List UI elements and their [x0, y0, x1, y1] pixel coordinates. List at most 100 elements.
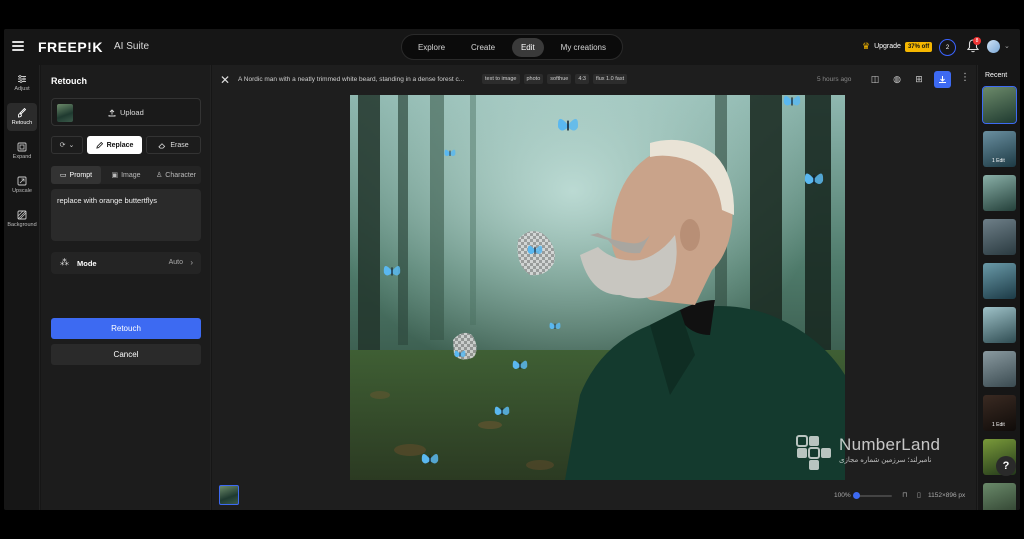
recent-thumbnail[interactable]: 1 Edit: [983, 395, 1016, 431]
rail-adjust[interactable]: Adjust: [7, 69, 37, 97]
recent-sidebar: Recent 1 Edit 1 Edit: [977, 65, 1020, 510]
butterfly-shape: [383, 266, 401, 276]
rail-label: Upscale: [12, 188, 32, 194]
tool-rail: Adjust Retouch Expand Upscale Background: [4, 65, 40, 510]
edit-count-label: 1 Edit: [992, 422, 1005, 428]
rail-label: Adjust: [14, 86, 30, 92]
retouch-button[interactable]: Retouch: [51, 318, 201, 339]
tag-chip: text to image: [482, 74, 520, 84]
logo[interactable]: FREEP!K: [38, 39, 103, 55]
rail-upscale[interactable]: Upscale: [7, 171, 37, 199]
more-options-icon[interactable]: ⋮: [960, 72, 970, 83]
rail-background[interactable]: Background: [7, 205, 37, 233]
crown-icon: ♛: [862, 41, 871, 51]
avatar[interactable]: [987, 40, 1000, 53]
recent-thumbnail[interactable]: [983, 263, 1016, 299]
zoom-level: 100%: [834, 492, 851, 499]
recent-thumbnail[interactable]: [982, 86, 1017, 124]
butterfly-shape: [527, 245, 543, 254]
nav-create[interactable]: Create: [462, 38, 504, 57]
app-window: FREEP!K AI Suite Explore Create Edit My …: [4, 29, 1020, 510]
zoom-slider[interactable]: [856, 495, 892, 497]
retouch-panel: Retouch Upload ⟳ ⌄ Replace Erase ▭ Promp…: [41, 65, 211, 510]
prompt-input[interactable]: [51, 189, 201, 241]
folder-icon[interactable]: ⊞: [912, 72, 926, 86]
tag-chip: flux 1.0 fast: [592, 74, 628, 84]
recent-title: Recent: [985, 72, 1008, 79]
nav-edit[interactable]: Edit: [511, 37, 544, 57]
magic-wand-icon: ⁂: [60, 257, 69, 267]
chevron-down-icon: ⌄: [68, 142, 75, 149]
file-icon: ▯: [917, 492, 921, 499]
input-tabs: ▭ Prompt ▣ Image ♙ Character: [51, 166, 201, 184]
brush-icon: [17, 108, 27, 118]
pencil-icon: [95, 141, 103, 149]
prompt-icon: ▭: [59, 172, 67, 179]
nav-explore[interactable]: Explore: [409, 38, 454, 57]
retouch-tool-row: ⟳ ⌄ Replace Erase: [51, 136, 201, 154]
notification-badge: 8: [973, 37, 981, 45]
erase-button[interactable]: Erase: [146, 136, 201, 154]
replace-button[interactable]: Replace: [87, 136, 142, 154]
rail-label: Background: [7, 222, 37, 228]
butterfly-shape: [804, 173, 824, 184]
eraser-icon: [158, 142, 166, 149]
cancel-button[interactable]: Cancel: [51, 344, 201, 365]
tab-prompt[interactable]: ▭ Prompt: [51, 166, 101, 184]
download-icon: [939, 76, 946, 83]
edited-image[interactable]: [350, 95, 845, 480]
tab-label: Character: [165, 171, 196, 179]
butterfly-shape: [783, 96, 801, 106]
background-icon: [17, 210, 27, 220]
rail-expand[interactable]: Expand: [7, 137, 37, 165]
chevron-right-icon: ›: [190, 258, 193, 267]
butterfly-shape: [549, 322, 561, 329]
upgrade-button[interactable]: ♛ Upgrade 37% off: [862, 41, 933, 52]
recent-thumbnail[interactable]: [983, 175, 1016, 211]
menu-icon[interactable]: [12, 41, 24, 51]
upscale-icon: [17, 176, 27, 186]
upload-label-group: Upload: [108, 108, 144, 117]
mode-selector[interactable]: ⁂ Mode Auto ›: [51, 252, 201, 274]
rail-label: Expand: [12, 154, 32, 160]
recent-thumbnail[interactable]: [983, 351, 1016, 387]
lock-icon[interactable]: ⊓: [902, 491, 907, 499]
close-icon[interactable]: ✕: [220, 73, 230, 87]
reference-thumbnail: [57, 104, 73, 122]
recent-thumbnail[interactable]: [983, 483, 1016, 510]
nav-my-creations[interactable]: My creations: [552, 38, 615, 57]
zoom-slider-handle[interactable]: [853, 492, 860, 499]
discount-badge: 37% off: [904, 41, 933, 52]
recent-thumbnail[interactable]: 1 Edit: [983, 131, 1016, 167]
tab-character[interactable]: ♙ Character: [151, 166, 201, 184]
credits-badge[interactable]: 2: [939, 39, 956, 56]
chevron-down-icon[interactable]: ⌄: [1004, 42, 1010, 50]
brush-size-select[interactable]: ⟳ ⌄: [51, 136, 83, 154]
compare-icon[interactable]: ◫: [868, 72, 882, 86]
canvas-area: ✕ A Nordic man with a neatly trimmed whi…: [212, 65, 976, 510]
butterfly-shape: [421, 454, 439, 464]
panel-title: Retouch: [51, 76, 87, 86]
globe-icon[interactable]: ◍: [890, 72, 904, 86]
person-icon: ♙: [155, 172, 163, 179]
tag-chip: photo: [523, 74, 544, 84]
current-image-thumbnail[interactable]: [219, 485, 239, 505]
upload-icon: [108, 108, 116, 116]
butterfly-shape: [454, 350, 466, 357]
sliders-icon: [18, 75, 26, 83]
tag-chip: softhue: [547, 74, 572, 84]
generation-prompt: A Nordic man with a neatly trimmed white…: [238, 76, 465, 83]
recent-thumbnail[interactable]: [983, 219, 1016, 255]
download-button[interactable]: [934, 71, 951, 88]
help-button[interactable]: ?: [996, 456, 1016, 476]
edit-count-label: 1 Edit: [992, 158, 1005, 164]
rail-retouch[interactable]: Retouch: [7, 103, 37, 131]
upgrade-label: Upgrade: [874, 43, 901, 50]
upload-text: Upload: [120, 108, 144, 117]
mode-value: Auto: [168, 259, 183, 266]
recent-thumbnail[interactable]: [983, 307, 1016, 343]
upload-button[interactable]: Upload: [51, 98, 201, 126]
butterfly-shape: [494, 406, 510, 415]
suite-label: AI Suite: [114, 41, 150, 52]
tab-image[interactable]: ▣ Image: [101, 166, 151, 184]
